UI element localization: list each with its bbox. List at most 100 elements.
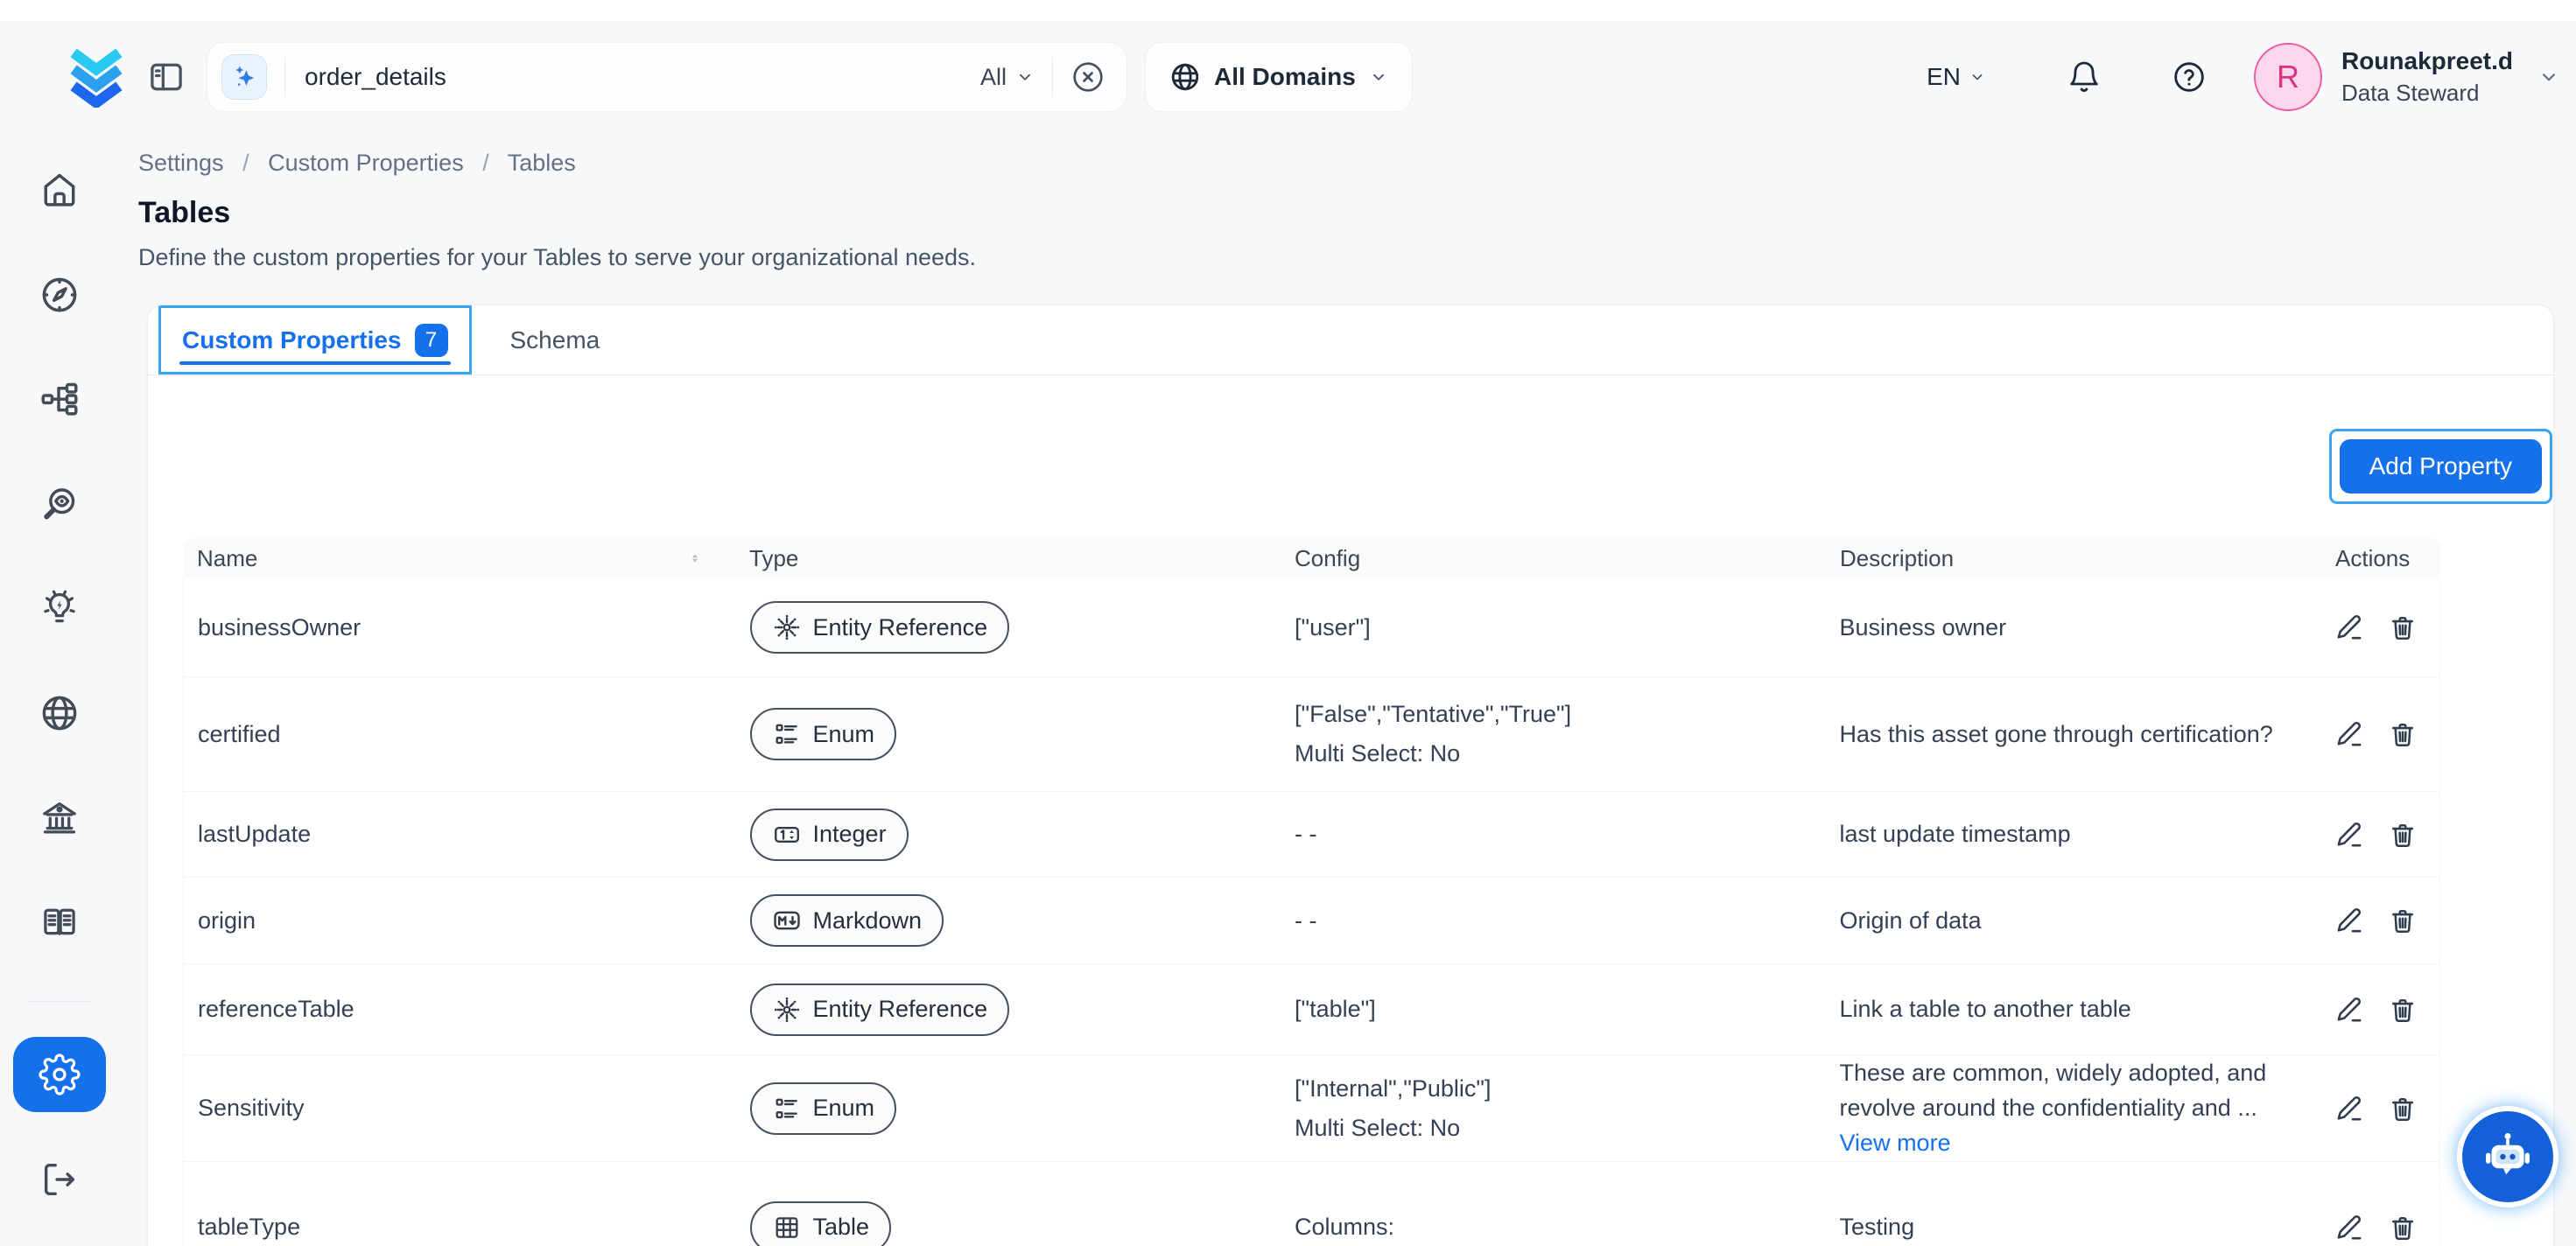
notifications-bell-icon[interactable]	[2067, 60, 2102, 94]
custom-properties-table: Name Type Config Description Actions bus…	[183, 538, 2440, 1246]
tab-custom-properties[interactable]: Custom Properties 7	[158, 305, 472, 374]
add-property-button[interactable]: Add Property	[2340, 439, 2542, 494]
type-pill: Entity Reference	[750, 984, 1010, 1036]
property-actions-cell	[2320, 906, 2439, 935]
search-eye-icon	[39, 484, 80, 524]
table-row: Sensitivity Enum ["Internal","Public"]Mu…	[184, 1055, 2439, 1162]
description-text: revolve around the confidentiality and .…	[1840, 1095, 2307, 1122]
edit-button[interactable]	[2334, 719, 2364, 749]
column-header-name[interactable]: Name	[183, 545, 735, 572]
description-text: Has this asset gone through certificatio…	[1840, 721, 2307, 748]
sidebar-item-lineage[interactable]	[13, 361, 106, 438]
property-config-cell: ["Internal","Public"]Multi Select: No	[1281, 1075, 1826, 1142]
type-pill: Integer	[750, 808, 909, 861]
table-header: Name Type Config Description Actions	[183, 538, 2440, 578]
assistant-bot-button[interactable]	[2457, 1106, 2558, 1208]
entity-reference-icon	[772, 612, 802, 642]
property-type-cell: Entity Reference	[736, 601, 1281, 654]
help-icon[interactable]	[2172, 60, 2207, 94]
view-more-link[interactable]: View more	[1840, 1130, 2307, 1157]
delete-button[interactable]	[2388, 906, 2418, 935]
avatar-initial: R	[2277, 59, 2299, 95]
property-name: Sensitivity	[184, 1095, 736, 1122]
edit-button[interactable]	[2334, 1213, 2364, 1242]
tab-label: Custom Properties	[182, 326, 402, 354]
integer-icon	[772, 820, 802, 850]
property-description-cell: Origin of data	[1826, 907, 2321, 934]
global-search-bar[interactable]: All	[207, 42, 1127, 112]
delete-button[interactable]	[2388, 719, 2418, 749]
table-row: referenceTable Entity Reference ["table"…	[184, 964, 2439, 1055]
tab-schema[interactable]: Schema	[510, 305, 600, 374]
property-type-cell: Enum	[736, 708, 1281, 760]
property-actions-cell	[2320, 1213, 2439, 1242]
breadcrumb-custom-properties[interactable]: Custom Properties	[268, 150, 464, 176]
config-line: - -	[1295, 821, 1812, 848]
compass-icon	[39, 275, 80, 315]
edit-button[interactable]	[2334, 612, 2364, 642]
type-pill: Enum	[750, 708, 897, 760]
config-line: - -	[1295, 907, 1812, 934]
ai-sparkles-icon[interactable]	[221, 54, 267, 100]
type-pill-label: Table	[813, 1214, 870, 1241]
property-type-cell: Enum	[736, 1082, 1281, 1135]
page-title: Tables	[138, 196, 2576, 230]
property-config-cell: Columns:	[1281, 1214, 1826, 1241]
sidebar-item-insights[interactable]	[13, 570, 106, 647]
sidebar-item-observability[interactable]	[13, 466, 106, 542]
domains-dropdown[interactable]: All Domains	[1145, 42, 1413, 112]
avatar[interactable]: R	[2254, 43, 2322, 111]
top-strip	[0, 0, 2576, 21]
description-text: Link a table to another table	[1840, 996, 2307, 1023]
table-row: lastUpdate Integer - - last update times…	[184, 792, 2439, 878]
type-pill-label: Entity Reference	[813, 996, 988, 1023]
sidebar-item-home[interactable]	[13, 152, 106, 228]
edit-button[interactable]	[2334, 820, 2364, 850]
enum-icon	[772, 1094, 802, 1124]
user-menu-chevron-icon[interactable]	[2537, 66, 2560, 88]
edit-button[interactable]	[2334, 1094, 2364, 1124]
clear-search-icon[interactable]	[1070, 60, 1106, 94]
user-name: Rounakpreet.d	[2341, 45, 2513, 77]
user-menu[interactable]: Rounakpreet.d Data Steward	[2341, 45, 2513, 109]
property-actions-cell	[2320, 820, 2439, 850]
edit-button[interactable]	[2334, 995, 2364, 1025]
sidebar-item-glossary[interactable]	[13, 885, 106, 961]
breadcrumb-tables[interactable]: Tables	[508, 150, 576, 176]
property-actions-cell	[2320, 612, 2439, 642]
sidebar-item-settings[interactable]	[13, 1037, 106, 1113]
sidebar-item-govern[interactable]	[13, 780, 106, 856]
search-input[interactable]	[303, 62, 980, 92]
sort-icon[interactable]	[688, 551, 702, 565]
delete-button[interactable]	[2388, 820, 2418, 850]
property-actions-cell	[2320, 719, 2439, 749]
type-pill-label: Entity Reference	[813, 614, 988, 641]
sidebar-toggle-icon[interactable]	[147, 58, 186, 96]
delete-button[interactable]	[2388, 1094, 2418, 1124]
property-description-cell: Testing	[1826, 1214, 2321, 1241]
delete-button[interactable]	[2388, 1213, 2418, 1242]
property-description-cell: Link a table to another table	[1826, 996, 2321, 1023]
chevron-down-icon	[1969, 68, 1986, 86]
sidebar-item-domains[interactable]	[13, 676, 106, 752]
property-actions-cell	[2320, 995, 2439, 1025]
sidebar-divider	[28, 1001, 91, 1002]
type-pill-label: Markdown	[813, 907, 923, 934]
user-role: Data Steward	[2341, 77, 2513, 109]
robot-icon	[2479, 1128, 2537, 1186]
delete-button[interactable]	[2388, 612, 2418, 642]
sidebar-item-explore[interactable]	[13, 257, 106, 333]
table-row: certified Enum ["False","Tentative","Tru…	[184, 677, 2439, 792]
type-pill-label: Integer	[813, 821, 887, 848]
description-text: Origin of data	[1840, 907, 2307, 934]
lightbulb-icon	[39, 588, 80, 628]
edit-button[interactable]	[2334, 906, 2364, 935]
table-icon	[772, 1213, 802, 1242]
delete-button[interactable]	[2388, 995, 2418, 1025]
breadcrumb-settings[interactable]: Settings	[138, 150, 224, 176]
app-logo-icon[interactable]	[63, 46, 130, 108]
sidebar-item-logout[interactable]	[13, 1141, 106, 1217]
search-scope-dropdown[interactable]: All	[980, 64, 1035, 91]
bank-icon	[39, 797, 80, 837]
language-dropdown[interactable]: EN	[1927, 63, 1986, 91]
